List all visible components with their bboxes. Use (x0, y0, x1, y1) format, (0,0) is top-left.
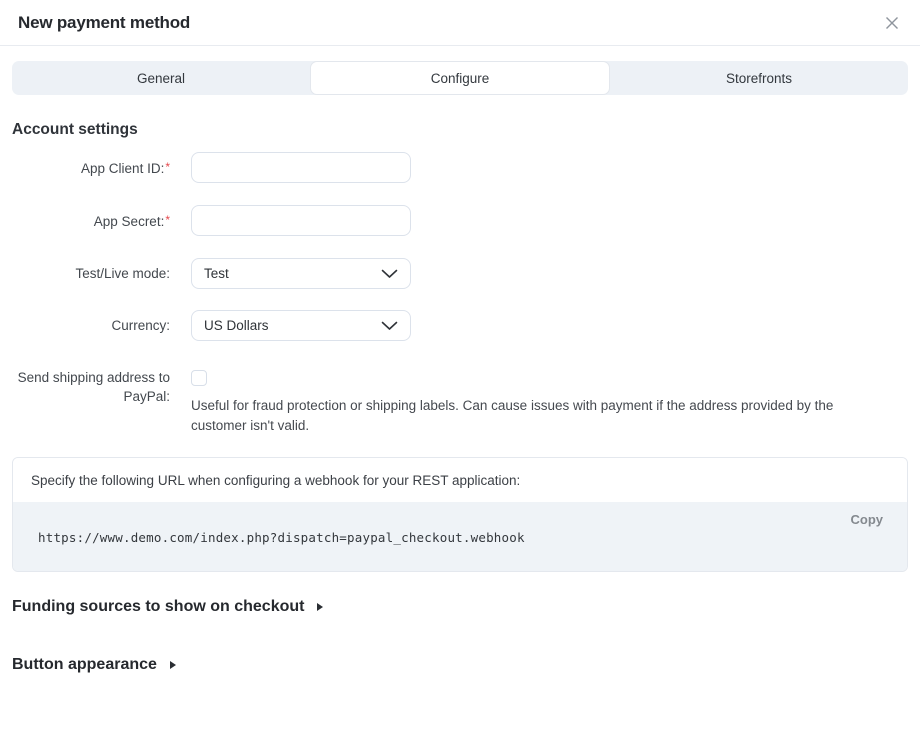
account-settings-form: App Client ID:* App Secret:* Test/Live m… (12, 152, 908, 436)
webhook-instruction-text: Specify the following URL when configuri… (13, 458, 907, 502)
chevron-down-icon (381, 321, 398, 331)
webhook-url: https://www.demo.com/index.php?dispatch=… (38, 530, 883, 545)
account-settings-heading: Account settings (12, 121, 908, 139)
currency-select[interactable]: US Dollars (191, 310, 411, 341)
webhook-code-block: Copy https://www.demo.com/index.php?disp… (13, 502, 907, 571)
app-secret-field[interactable] (191, 205, 411, 236)
app-client-id-label: App Client ID:* (12, 152, 170, 184)
test-live-mode-control: Test (191, 258, 411, 289)
required-asterisk: * (165, 213, 170, 227)
modal-header: New payment method (0, 0, 920, 46)
test-live-mode-label: Test/Live mode: (12, 258, 170, 289)
page-title: New payment method (18, 13, 190, 33)
new-payment-method-modal: New payment method General Configure Sto… (0, 0, 920, 674)
currency-selected-value: US Dollars (204, 318, 269, 333)
send-shipping-control: Useful for fraud protection or shipping … (191, 362, 887, 436)
funding-sources-heading-text: Funding sources to show on checkout (12, 598, 304, 616)
test-live-mode-select[interactable]: Test (191, 258, 411, 289)
app-secret-control (191, 205, 411, 237)
chevron-down-icon (381, 269, 398, 279)
form-row-app-client-id: App Client ID:* (12, 152, 908, 184)
tab-storefronts[interactable]: Storefronts (610, 61, 908, 95)
app-client-id-field[interactable] (191, 152, 411, 183)
triangle-right-icon (317, 603, 323, 611)
triangle-right-icon (170, 661, 176, 669)
close-x-glyph (884, 15, 900, 31)
currency-label: Currency: (12, 310, 170, 341)
currency-control: US Dollars (191, 310, 411, 341)
test-live-mode-selected-value: Test (204, 266, 229, 281)
webhook-info-box: Specify the following URL when configuri… (12, 457, 908, 572)
form-row-currency: Currency: US Dollars (12, 310, 908, 341)
app-secret-label-text: App Secret: (94, 214, 165, 229)
send-shipping-help-text: Useful for fraud protection or shipping … (191, 396, 887, 436)
modal-content: General Configure Storefronts Account se… (0, 61, 920, 674)
app-client-id-control (191, 152, 411, 184)
button-appearance-heading-text: Button appearance (12, 656, 157, 674)
section-button-appearance[interactable]: Button appearance (12, 656, 908, 674)
app-client-id-label-text: App Client ID: (81, 161, 164, 176)
form-row-send-shipping: Send shipping address to PayPal: Useful … (12, 362, 908, 436)
tab-general[interactable]: General (12, 61, 310, 95)
tab-bar: General Configure Storefronts (12, 61, 908, 95)
send-shipping-checkbox[interactable] (191, 370, 207, 386)
app-secret-label: App Secret:* (12, 205, 170, 237)
close-icon[interactable] (882, 13, 902, 33)
form-row-app-secret: App Secret:* (12, 205, 908, 237)
form-row-test-live-mode: Test/Live mode: Test (12, 258, 908, 289)
section-funding-sources[interactable]: Funding sources to show on checkout (12, 598, 908, 616)
send-shipping-label: Send shipping address to PayPal: (12, 362, 170, 436)
required-asterisk: * (165, 160, 170, 174)
tab-configure[interactable]: Configure (310, 61, 610, 95)
copy-button[interactable]: Copy (38, 512, 883, 527)
